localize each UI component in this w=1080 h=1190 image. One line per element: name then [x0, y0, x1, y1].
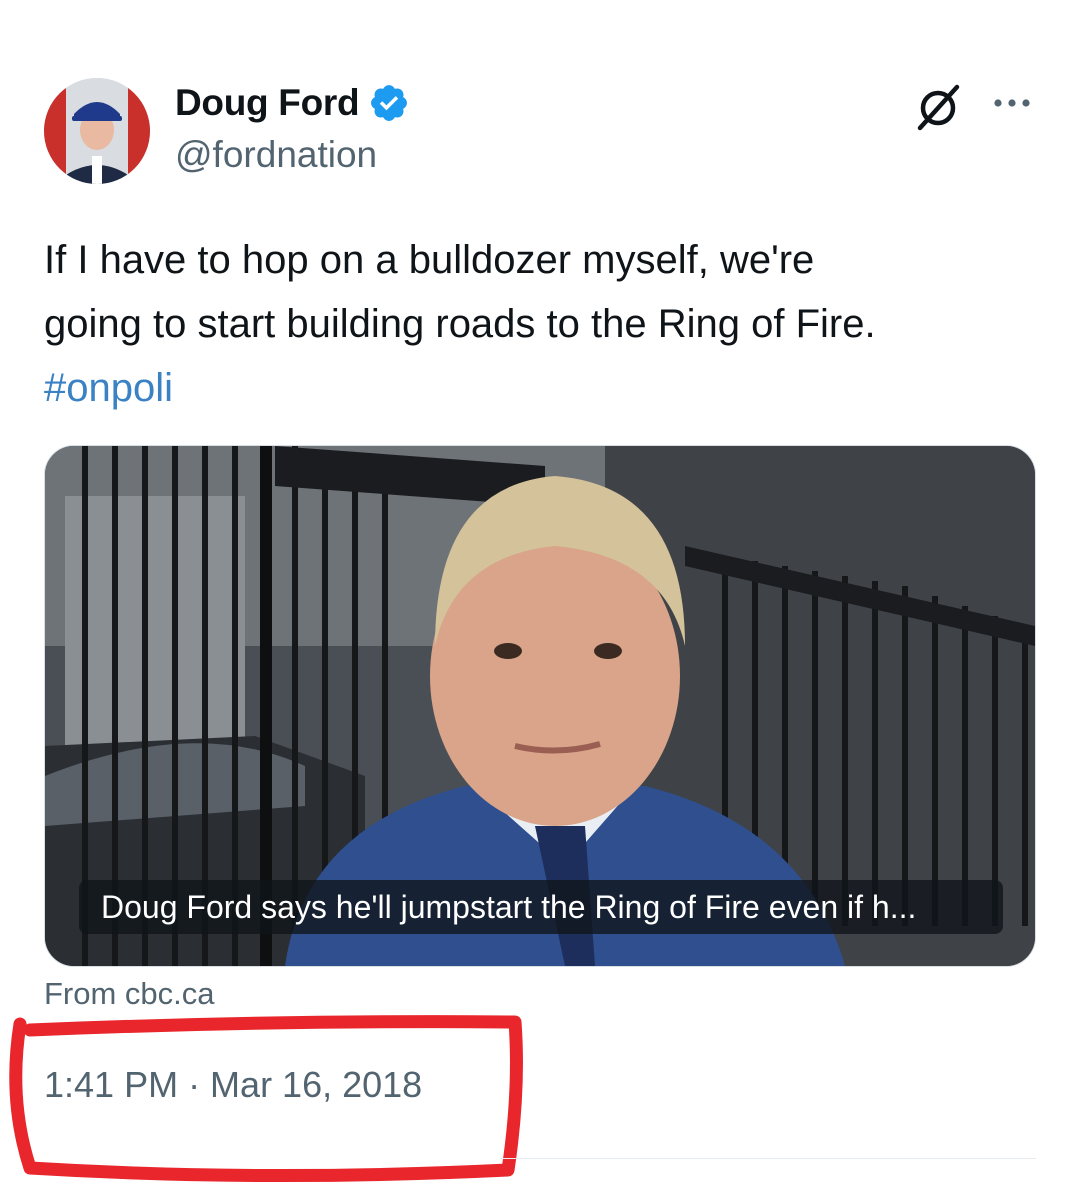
display-name[interactable]: Doug Ford — [175, 82, 360, 124]
link-source[interactable]: From cbc.ca — [44, 976, 215, 1012]
author-name-row[interactable]: Doug Ford — [175, 80, 410, 126]
avatar[interactable] — [44, 78, 150, 184]
hashtag-link[interactable]: #onpoli — [44, 356, 1044, 420]
more-icon[interactable] — [990, 88, 1034, 118]
tweet-text: If I have to hop on a bulldozer myself, … — [44, 228, 1044, 420]
verified-badge-icon[interactable] — [368, 82, 410, 124]
divider — [500, 1158, 1036, 1159]
link-card-media[interactable]: Doug Ford says he'll jumpstart the Ring … — [44, 445, 1036, 967]
tweet-text-line-1: If I have to hop on a bulldozer myself, … — [44, 238, 815, 282]
tweet-text-line-2: going to start building roads to the Rin… — [44, 302, 876, 346]
author-handle[interactable]: @fordnation — [175, 134, 377, 176]
media-caption[interactable]: Doug Ford says he'll jumpstart the Ring … — [79, 880, 1003, 934]
grok-icon[interactable] — [910, 80, 966, 136]
tweet-timestamp[interactable]: 1:41 PM · Mar 16, 2018 — [44, 1064, 422, 1106]
